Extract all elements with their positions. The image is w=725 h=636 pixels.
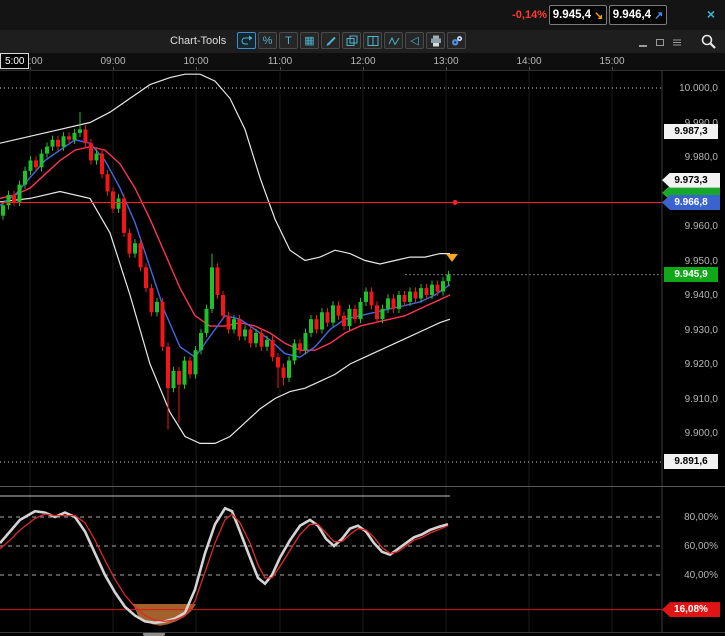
quote-topbar: -0,14% 9.945,4 ↘ 9.946,4 ↗ × bbox=[0, 0, 725, 31]
draw-button[interactable] bbox=[321, 32, 340, 49]
price-axis-label: 9.930,0 bbox=[684, 324, 718, 336]
last-price-tag: 9.945,9 bbox=[664, 267, 718, 283]
oscillator-value-tag: 16,08% bbox=[662, 602, 720, 618]
buy-arrow-icon: ↗ bbox=[654, 9, 664, 22]
panel-resize-handle[interactable] bbox=[0, 486, 725, 487]
percent-axis-label: 80,00% bbox=[684, 512, 718, 523]
collapse-button[interactable]: ◁ bbox=[405, 32, 424, 49]
price-axis-label: 9.920,0 bbox=[684, 359, 718, 370]
grid-button[interactable]: ▦ bbox=[300, 32, 319, 49]
price-chart[interactable] bbox=[0, 70, 725, 492]
price-axis-label: 10.000,0 bbox=[679, 83, 718, 94]
price-axis-label: 9.900,0 bbox=[684, 428, 718, 439]
percent-axis-label: 60,00% bbox=[684, 541, 718, 552]
time-label: 09:00 bbox=[100, 56, 126, 67]
grid-button-glyph: ▦ bbox=[304, 35, 315, 47]
day-high-tag: 9.987,3 bbox=[664, 124, 718, 140]
trading-chart-window: -0,14% 9.945,4 ↘ 9.946,4 ↗ × Chart-Tools… bbox=[0, 0, 725, 636]
percent-scale-button[interactable]: % bbox=[258, 32, 277, 49]
oscillator-panel[interactable] bbox=[0, 487, 725, 636]
percent-axis-label: 40,00% bbox=[684, 570, 718, 581]
restore-icon[interactable] bbox=[654, 35, 666, 53]
time-label: 13:00 bbox=[433, 56, 459, 67]
compare-button[interactable] bbox=[342, 32, 361, 49]
buy-price: 9.946,4 bbox=[612, 9, 652, 21]
price-axis-label: 9.950,0 bbox=[684, 255, 718, 267]
time-label: 11:00 bbox=[267, 56, 293, 67]
percent-scale-button-glyph: % bbox=[262, 34, 273, 47]
price-axis-label: 9.980,0 bbox=[684, 152, 718, 163]
close-icon[interactable]: × bbox=[707, 6, 715, 22]
menu-icon[interactable] bbox=[671, 35, 683, 53]
text-tool-button[interactable]: T bbox=[279, 32, 298, 49]
window-icons bbox=[637, 35, 683, 53]
day-low-tag: 9.891,6 bbox=[664, 454, 718, 470]
time-label: 15:00 bbox=[599, 56, 625, 67]
price-axis-label: 9.960,0 bbox=[684, 221, 718, 232]
text-tool-button-glyph: T bbox=[285, 34, 292, 47]
chart-tools-buttons: % T ▦ ◁ bbox=[237, 32, 466, 49]
print-button[interactable] bbox=[426, 32, 445, 49]
chart-toolbar: Chart-Tools % T ▦ ◁ bbox=[0, 30, 725, 54]
crosshair-time-label: 5:00 bbox=[0, 53, 30, 69]
change-percent: -0,14% bbox=[512, 9, 547, 21]
current-price-tag: 9.966,8 bbox=[662, 195, 720, 211]
back-button[interactable] bbox=[237, 32, 256, 49]
bottom-divider bbox=[0, 632, 725, 633]
time-label: 14:00 bbox=[516, 56, 542, 67]
sell-quote-button[interactable]: 9.945,4 ↘ bbox=[549, 5, 607, 25]
time-label: 12:00 bbox=[350, 56, 376, 67]
indicative-price-tag: 9.973,3 bbox=[662, 172, 720, 188]
time-label: 10:00 bbox=[183, 56, 209, 67]
price-axis-label: 9.940,0 bbox=[684, 290, 718, 301]
split-panel-button[interactable] bbox=[363, 32, 382, 49]
sell-arrow-icon: ↘ bbox=[594, 9, 604, 22]
sell-price: 9.945,4 bbox=[552, 9, 592, 21]
minimize-icon[interactable] bbox=[637, 35, 649, 53]
collapse-button-glyph: ◁ bbox=[410, 35, 419, 47]
zoom-icon[interactable] bbox=[700, 33, 717, 55]
settings-button[interactable] bbox=[447, 32, 466, 49]
buy-quote-button[interactable]: 9.946,4 ↗ bbox=[609, 5, 667, 25]
time-axis: 5:00 08:00 09:00 10:00 11:00 12:00 13:00 14:00… bbox=[0, 53, 725, 71]
indicator-button[interactable] bbox=[384, 32, 403, 49]
price-axis-label: 9.910,0 bbox=[684, 393, 718, 405]
chart-tools-label: Chart-Tools bbox=[170, 35, 227, 47]
